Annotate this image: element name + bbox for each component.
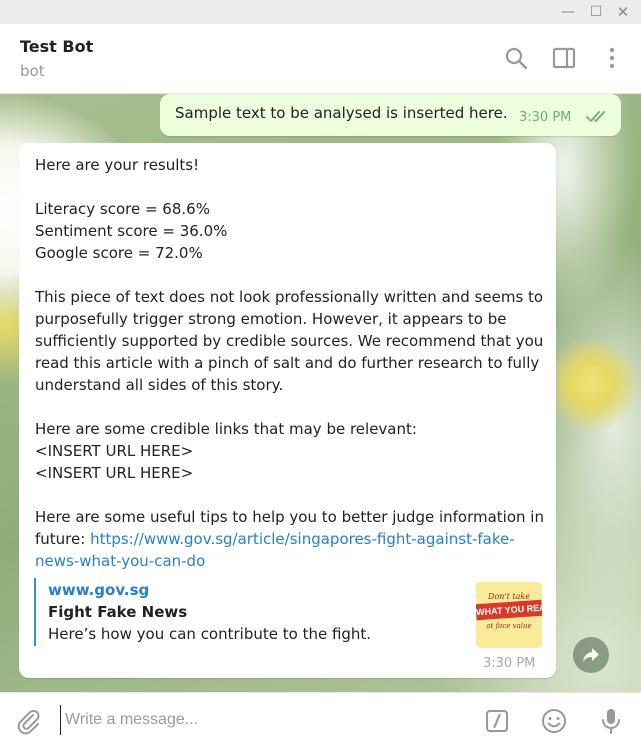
emoji-icon[interactable]	[540, 707, 568, 735]
link-preview[interactable]: www.gov.sg Fight Fake News Here’s how yo…	[34, 578, 542, 648]
results-intro: Here are your results!	[35, 156, 200, 174]
link-preview-title: Fight Fake News	[48, 603, 188, 621]
double-check-icon	[586, 111, 605, 122]
sentiment-score: Sentiment score = 36.0%	[35, 222, 228, 240]
outgoing-message[interactable]: Sample text to be analysed is inserted h…	[160, 94, 621, 136]
analysis-text: This piece of text does not look profess…	[35, 288, 549, 394]
link-preview-site[interactable]: www.gov.sg	[48, 581, 149, 599]
forward-arrow-icon	[583, 648, 599, 662]
google-score: Google score = 72.0%	[35, 244, 203, 262]
credible-link-2: <INSERT URL HERE>	[35, 464, 194, 482]
link-preview-thumbnail[interactable]: Don't take WHAT YOU READ at face value	[476, 582, 542, 648]
outgoing-message-text: Sample text to be analysed is inserted h…	[175, 104, 508, 122]
chat-header: Test Bot bot	[0, 24, 641, 94]
literacy-score: Literacy score = 68.6%	[35, 200, 210, 218]
minimize-icon[interactable]: —	[558, 2, 578, 22]
paperclip-icon[interactable]	[14, 707, 42, 735]
message-input[interactable]	[60, 705, 460, 735]
message-composer	[0, 692, 641, 747]
incoming-message-time: 3:30 PM	[483, 656, 536, 671]
chat-status: bot	[20, 62, 45, 80]
incoming-message-body: Here are your results! Literacy score = …	[35, 154, 545, 572]
bot-command-icon[interactable]	[484, 708, 510, 734]
credible-link-1: <INSERT URL HERE>	[35, 442, 194, 460]
link-preview-description: Here’s how you can contribute to the fig…	[48, 625, 372, 643]
chat-title[interactable]: Test Bot	[20, 37, 93, 56]
window-titlebar: — ☐ ✕	[0, 0, 641, 24]
search-icon[interactable]	[502, 44, 530, 72]
tips-link[interactable]: https://www.gov.sg/article/singapores-fi…	[35, 530, 515, 570]
close-icon[interactable]: ✕	[613, 2, 633, 22]
links-heading: Here are some credible links that may be…	[35, 420, 417, 438]
tips-paragraph: Here are some useful tips to help you to…	[35, 506, 545, 572]
maximize-icon[interactable]: ☐	[586, 2, 606, 22]
chat-area: Sample text to be analysed is inserted h…	[0, 94, 641, 692]
thumbnail-text-bottom: at face value	[486, 622, 532, 630]
incoming-message[interactable]: Here are your results! Literacy score = …	[19, 143, 556, 678]
microphone-icon[interactable]	[597, 706, 625, 736]
thumbnail-text-banner: WHAT YOU READ	[476, 599, 542, 621]
outgoing-message-time: 3:30 PM	[519, 110, 572, 125]
forward-button[interactable]	[573, 637, 609, 673]
side-panel-icon[interactable]	[550, 44, 578, 72]
more-vertical-icon[interactable]	[598, 44, 626, 72]
